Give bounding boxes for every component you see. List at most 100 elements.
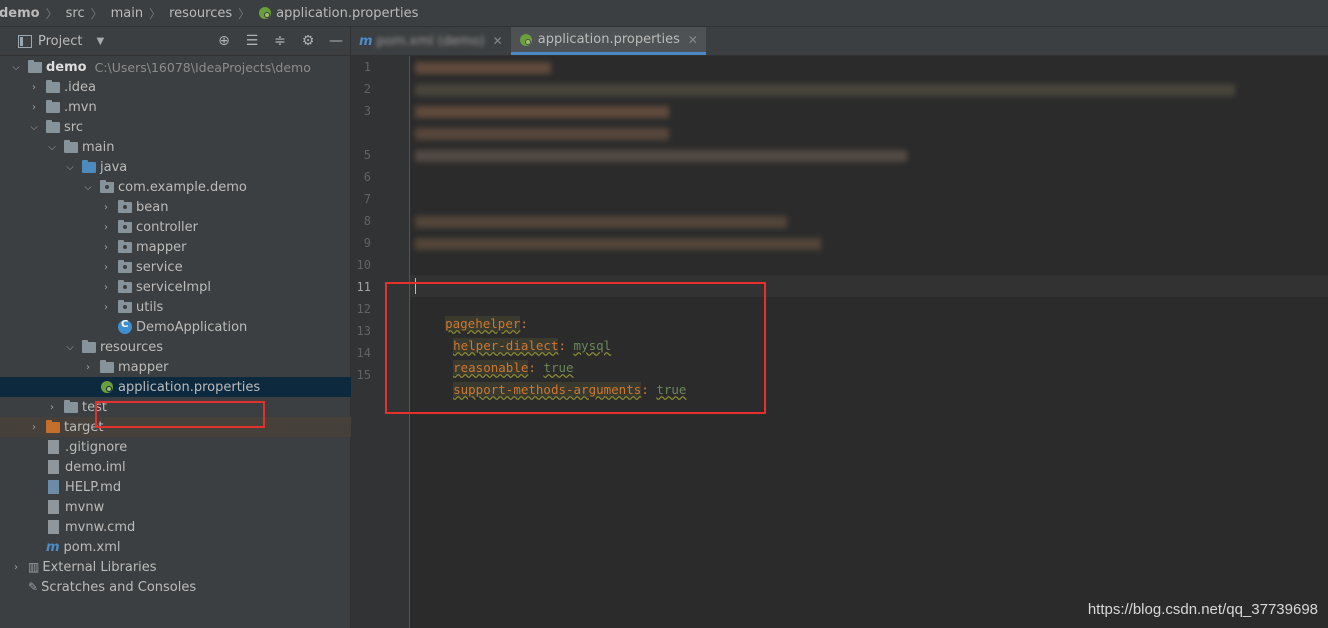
tree-item-label: service <box>136 259 183 275</box>
tab-pom-xml[interactable]: m pom.xml (demo) ✕ <box>351 27 511 55</box>
libraries-icon: ▥ <box>28 560 39 574</box>
excluded-folder-icon <box>46 419 60 433</box>
tree-item-demo-iml[interactable]: › demo.iml <box>0 457 378 477</box>
gear-icon[interactable]: ⚙ <box>300 33 316 49</box>
tree-item-label: controller <box>136 219 199 235</box>
maven-icon: m <box>46 539 60 555</box>
chevron-right-icon[interactable]: › <box>28 422 40 433</box>
line-number: 3 <box>363 104 371 118</box>
tree-item-help-md[interactable]: › HELP.md <box>0 477 378 497</box>
tree-item-label: resources <box>100 339 164 355</box>
tree-item-label: .gitignore <box>65 439 128 455</box>
tree-item-label: mvnw <box>65 499 105 515</box>
line-number: 10 <box>356 258 371 272</box>
tree-item-label: HELP.md <box>65 479 122 495</box>
package-icon <box>118 279 132 293</box>
breadcrumb-item-file[interactable]: application.properties <box>256 6 420 21</box>
line-number-current: 11 <box>356 280 371 294</box>
iml-file-icon <box>48 460 59 474</box>
tree-item-scratches[interactable]: › ✎ Scratches and Consoles <box>0 577 360 597</box>
tree-item-mvnw-cmd[interactable]: › mvnw.cmd <box>0 517 378 537</box>
project-panel: Project ▼ ⊕ ☰ ≑ ⚙ — ⌵ demo C:\Users\1607… <box>0 27 432 628</box>
chevron-right-icon[interactable]: › <box>82 362 94 373</box>
chevron-right-icon[interactable]: › <box>100 202 112 213</box>
expand-all-icon[interactable]: ☰ <box>244 33 260 49</box>
chevron-down-icon[interactable]: ⌵ <box>82 182 94 193</box>
breadcrumb-item-src[interactable]: src <box>64 6 87 21</box>
highlight-box <box>385 282 766 414</box>
project-view-selector[interactable]: Project ▼ <box>18 34 104 49</box>
line-number: 8 <box>363 214 371 228</box>
code-editor[interactable]: 1 2 3 5 6 7 8 9 10 11 12 13 14 15 pagehe… <box>351 56 1328 628</box>
chevron-right-icon[interactable]: › <box>100 242 112 253</box>
chevron-down-icon[interactable]: ⌵ <box>10 62 22 73</box>
tree-item-label: mapper <box>136 239 187 255</box>
breadcrumb-separator: 〉 <box>45 6 58 21</box>
line-number: 13 <box>356 324 371 338</box>
breadcrumb-separator: 〉 <box>238 6 251 21</box>
tab-application-properties[interactable]: application.properties ✕ <box>510 27 706 55</box>
tree-item-idea[interactable]: › .idea <box>0 77 378 97</box>
tree-item-src[interactable]: ⌵ src <box>0 117 378 137</box>
chevron-down-icon[interactable]: ⌵ <box>28 122 40 133</box>
breadcrumb: demo 〉 src 〉 main 〉 resources 〉 applicat… <box>0 0 1328 27</box>
minimize-icon[interactable]: — <box>328 33 344 49</box>
chevron-right-icon[interactable]: › <box>10 562 22 573</box>
chevron-down-icon: ▼ <box>96 35 105 47</box>
tree-item-pom-xml[interactable]: › m pom.xml <box>0 537 378 557</box>
chevron-right-icon[interactable]: › <box>100 282 112 293</box>
tree-item-demo[interactable]: ⌵ demo C:\Users\16078\IdeaProjects\demo <box>0 57 360 77</box>
tree-item-mvnw[interactable]: › mvnw <box>0 497 378 517</box>
spring-leaf-icon <box>259 7 272 19</box>
chevron-down-icon[interactable]: ⌵ <box>64 162 76 173</box>
chevron-right-icon[interactable]: › <box>46 402 58 413</box>
breadcrumb-item-main[interactable]: main <box>109 6 145 21</box>
chevron-right-icon[interactable]: › <box>100 222 112 233</box>
line-number: 9 <box>363 236 371 250</box>
close-icon[interactable]: ✕ <box>688 33 698 47</box>
text-file-icon <box>48 520 59 534</box>
chevron-right-icon[interactable]: › <box>100 302 112 313</box>
chevron-right-icon[interactable]: › <box>28 102 40 113</box>
collapse-all-icon[interactable]: ≑ <box>272 33 288 49</box>
tree-item-main[interactable]: ⌵ main <box>0 137 396 157</box>
text-file-icon <box>48 500 59 514</box>
tree-item-label: main <box>82 139 115 155</box>
tree-item-label: .mvn <box>64 99 97 115</box>
resources-folder-icon <box>82 339 96 353</box>
breadcrumb-separator: 〉 <box>90 6 103 21</box>
folder-icon <box>46 79 60 93</box>
project-panel-title: Project <box>38 33 83 49</box>
tree-item-label: utils <box>136 299 164 315</box>
tree-item-label: serviceImpl <box>136 279 211 295</box>
package-icon <box>118 219 132 233</box>
package-icon <box>118 259 132 273</box>
breadcrumb-item-resources[interactable]: resources <box>167 6 234 21</box>
chevron-down-icon[interactable]: ⌵ <box>46 142 58 153</box>
folder-icon <box>46 99 60 113</box>
package-icon <box>118 239 132 253</box>
line-number: 5 <box>363 148 371 162</box>
project-icon <box>18 34 32 48</box>
line-number: 7 <box>363 192 371 206</box>
tree-item-label: java <box>100 159 128 175</box>
markdown-file-icon <box>48 480 59 494</box>
chevron-right-icon[interactable]: › <box>28 82 40 93</box>
tree-item-label: com.example.demo <box>118 179 247 195</box>
tree-item-external-libraries[interactable]: › ▥ External Libraries <box>0 557 360 577</box>
tree-item-label: demo.iml <box>65 459 126 475</box>
close-icon[interactable]: ✕ <box>493 34 503 48</box>
chevron-down-icon[interactable]: ⌵ <box>64 342 76 353</box>
chevron-right-icon[interactable]: › <box>100 262 112 273</box>
source-folder-icon <box>82 159 96 173</box>
spring-leaf-icon <box>101 381 113 393</box>
tree-item-gitignore[interactable]: › .gitignore <box>0 437 378 457</box>
maven-icon: m <box>359 33 373 49</box>
java-class-icon <box>118 319 132 334</box>
folder-icon <box>100 359 114 373</box>
line-number: 2 <box>363 82 371 96</box>
breadcrumb-item-demo[interactable]: demo <box>0 6 42 21</box>
tree-item-label: mvnw.cmd <box>65 519 136 535</box>
locate-icon[interactable]: ⊕ <box>216 33 232 49</box>
tree-item-mvn[interactable]: › .mvn <box>0 97 378 117</box>
